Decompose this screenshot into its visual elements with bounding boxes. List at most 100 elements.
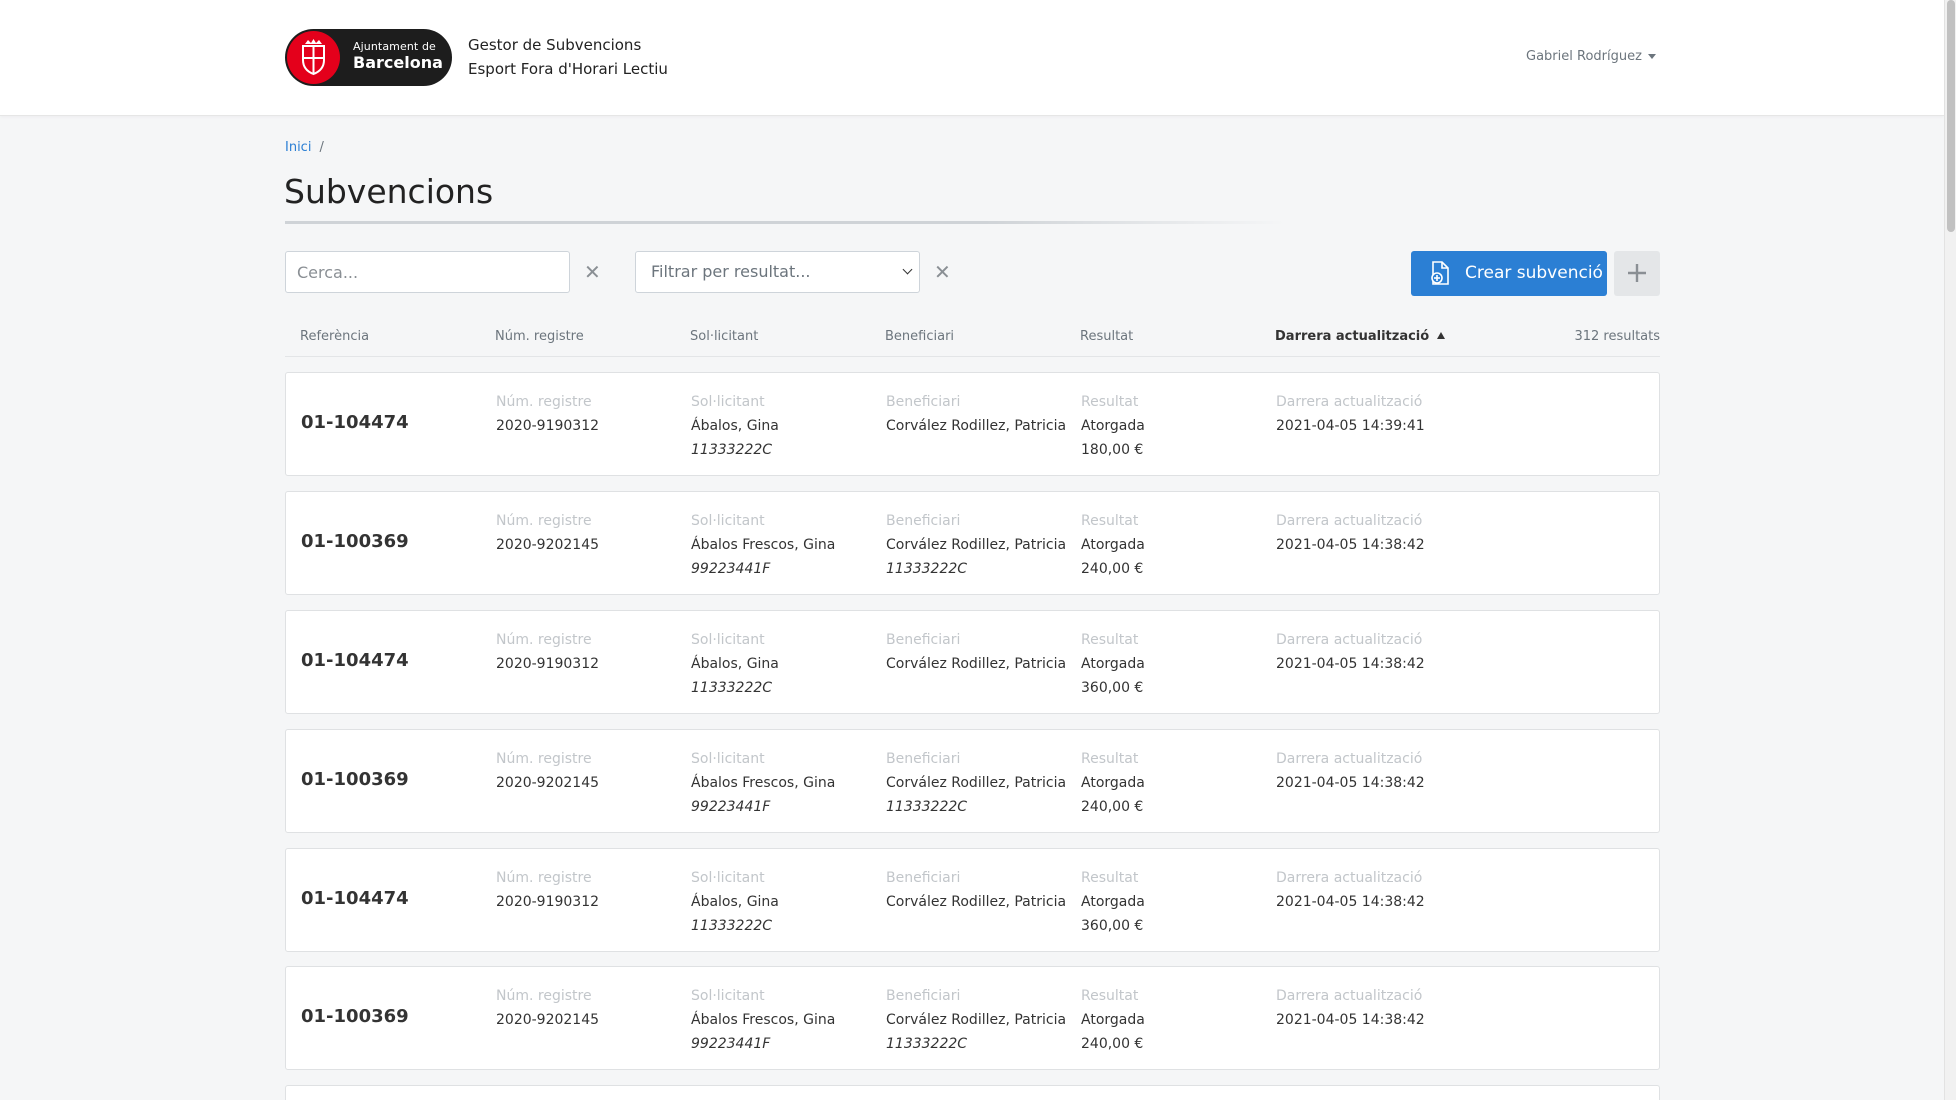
last-update-cell: Darrera actualització 2021-04-05 14:38:42 [1276, 509, 1425, 557]
column-header-beneficiary[interactable]: Beneficiari [885, 329, 954, 344]
result-amount: 240,00 € [1081, 799, 1144, 815]
registry-value: 2020-9190312 [496, 894, 600, 910]
clear-search-icon[interactable]: ✕ [584, 262, 601, 282]
result-label: Resultat [1081, 513, 1139, 529]
applicant-label: Sol·licitant [691, 394, 765, 410]
beneficiary-cell: Beneficiari Corvález Rodillez, Patricia [886, 390, 1066, 438]
last-update-label: Darrera actualització [1276, 394, 1423, 410]
column-header-result[interactable]: Resultat [1080, 329, 1133, 344]
logo-text-top: Ajuntament de [353, 40, 436, 53]
beneficiary-id: 11333222C [886, 1036, 968, 1052]
beneficiary-label: Beneficiari [886, 751, 961, 767]
last-update-cell: Darrera actualització 2021-04-05 14:38:42 [1276, 866, 1425, 914]
file-add-icon [1431, 261, 1449, 285]
registry-value: 2020-9202145 [496, 775, 600, 791]
result-cell: Resultat Atorgada 240,00 € [1081, 747, 1145, 819]
beneficiary-cell: Beneficiari Corvález Rodillez, Patricia 11… [886, 747, 1066, 819]
applicant-label: Sol·licitant [691, 751, 765, 767]
list-item[interactable]: 01-100369 Núm. registre 2020-9202145 Sol·… [285, 729, 1660, 833]
last-update-label: Darrera actualització [1276, 870, 1423, 886]
result-amount: 240,00 € [1081, 1036, 1144, 1052]
applicant-name: Ábalos, Gina [691, 894, 779, 910]
caret-down-icon [1647, 54, 1656, 59]
applicant-cell: Sol·licitant Ábalos, Gina 11333222C [691, 390, 779, 462]
applicant-label: Sol·licitant [691, 988, 765, 1004]
create-grant-label: Crear subvenció [1465, 263, 1603, 283]
applicant-name: Ábalos Frescos, Gina [691, 775, 836, 791]
result-label: Resultat [1081, 751, 1139, 767]
beneficiary-label: Beneficiari [886, 870, 961, 886]
applicant-id: 99223441F [691, 799, 771, 815]
result-cell: Resultat Atorgada 180,00 € [1081, 390, 1145, 462]
registry-cell: Núm. registre 2020-9190312 [496, 866, 599, 914]
result-label: Resultat [1081, 632, 1139, 648]
result-amount: 360,00 € [1081, 680, 1144, 696]
scrollbar-thumb[interactable] [1947, 0, 1955, 232]
last-update-value: 2021-04-05 14:38:42 [1276, 656, 1425, 672]
list-item[interactable]: 01-104474 Núm. registre 2020-9190312 Sol·… [285, 372, 1660, 476]
column-header-reference[interactable]: Referència [300, 329, 369, 344]
last-update-value: 2021-04-05 14:38:42 [1276, 894, 1425, 910]
column-header-last-update[interactable]: Darrera actualització [1275, 329, 1446, 344]
list-item[interactable]: 01-104474 Núm. registre 2020-9190312 Sol·… [285, 848, 1660, 952]
user-menu-dropdown[interactable]: Gabriel Rodríguez [1526, 49, 1656, 64]
plus-icon [1628, 264, 1646, 282]
last-update-cell: Darrera actualització 2021-04-05 14:38:42 [1276, 628, 1425, 676]
reference-value: 01-104474 [301, 888, 409, 909]
result-status: Atorgada [1081, 775, 1145, 791]
result-cell: Resultat Atorgada 360,00 € [1081, 866, 1145, 938]
registry-cell: Núm. registre 2020-9202145 [496, 984, 599, 1032]
applicant-id: 11333222C [691, 918, 773, 934]
applicant-cell: Sol·licitant Ábalos, Gina 11333222C [691, 866, 779, 938]
app-title: Gestor de Subvencions [468, 36, 642, 54]
breadcrumb: Inici / [285, 140, 324, 155]
result-cell: Resultat Atorgada 360,00 € [1081, 628, 1145, 700]
result-amount: 240,00 € [1081, 561, 1144, 577]
beneficiary-name: Corvález Rodillez, Patricia [886, 537, 1067, 553]
page-scrollbar[interactable] [1944, 0, 1956, 1100]
beneficiary-id: 11333222C [886, 561, 968, 577]
last-update-cell: Darrera actualització 2021-04-05 14:39:41 [1276, 390, 1425, 438]
filter-placeholder: Filtrar per resultat... [651, 262, 811, 281]
clear-filter-icon[interactable]: ✕ [934, 262, 951, 282]
result-status: Atorgada [1081, 418, 1145, 434]
last-update-label: Darrera actualització [1276, 988, 1423, 1004]
logo-text-bottom: Barcelona [353, 53, 443, 72]
column-header-registry[interactable]: Núm. registre [495, 329, 584, 344]
column-header-applicant[interactable]: Sol·licitant [690, 329, 758, 344]
beneficiary-cell: Beneficiari Corvález Rodillez, Patricia [886, 866, 1066, 914]
reference-value: 01-100369 [301, 769, 409, 790]
list-item[interactable]: 01-104474 Núm. registre 2020-9190312 Sol·… [285, 610, 1660, 714]
last-update-label: Darrera actualització [1276, 751, 1423, 767]
registry-label: Núm. registre [496, 870, 592, 886]
reference-value: 01-104474 [301, 650, 409, 671]
sort-ascending-icon [1437, 332, 1446, 339]
result-status: Atorgada [1081, 656, 1145, 672]
create-grant-button[interactable]: Crear subvenció [1411, 251, 1607, 296]
breadcrumb-home-link[interactable]: Inici [285, 140, 311, 155]
search-input[interactable] [285, 251, 570, 293]
top-navbar: Ajuntament de Barcelona Gestor de Subven… [0, 0, 1944, 116]
applicant-label: Sol·licitant [691, 513, 765, 529]
beneficiary-label: Beneficiari [886, 513, 961, 529]
list-item[interactable]: 01-100369 Núm. registre 2020-9202145 Sol·… [285, 491, 1660, 595]
last-update-label: Darrera actualització [1276, 632, 1423, 648]
registry-value: 2020-9202145 [496, 1012, 600, 1028]
registry-label: Núm. registre [496, 394, 592, 410]
registry-cell: Núm. registre 2020-9202145 [496, 747, 599, 795]
barcelona-logo[interactable]: Ajuntament de Barcelona [285, 29, 452, 86]
last-update-value: 2021-04-05 14:39:41 [1276, 418, 1425, 434]
registry-cell: Núm. registre 2020-9190312 [496, 628, 599, 676]
applicant-cell: Sol·licitant Ábalos Frescos, Gina 99223441… [691, 984, 835, 1056]
page-title: Subvencions [284, 172, 494, 211]
result-amount: 360,00 € [1081, 918, 1144, 934]
beneficiary-name: Corvález Rodillez, Patricia [886, 775, 1067, 791]
result-filter-select[interactable]: Filtrar per resultat... [635, 251, 920, 293]
list-item[interactable] [285, 1085, 1660, 1100]
applicant-cell: Sol·licitant Ábalos Frescos, Gina 99223441… [691, 509, 835, 581]
result-label: Resultat [1081, 870, 1139, 886]
add-button[interactable] [1614, 251, 1660, 296]
applicant-id: 11333222C [691, 680, 773, 696]
list-item[interactable]: 01-100369 Núm. registre 2020-9202145 Sol·… [285, 966, 1660, 1070]
beneficiary-name: Corvález Rodillez, Patricia [886, 656, 1067, 672]
